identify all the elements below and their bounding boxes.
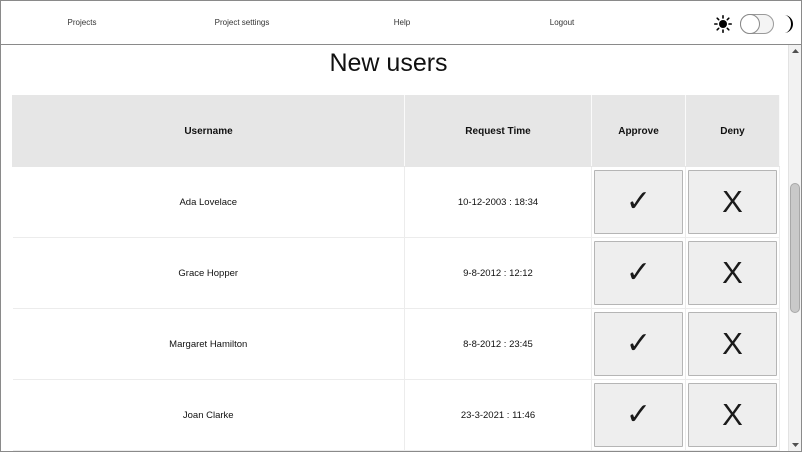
approve-cell: ✓ bbox=[591, 379, 686, 451]
sun-icon bbox=[714, 15, 732, 33]
column-header-username: Username bbox=[12, 95, 405, 167]
username-cell: Joan Clarke bbox=[12, 379, 405, 451]
username-cell: Ada Lovelace bbox=[12, 166, 405, 238]
new-users-table: Username Request Time Approve Deny Ada L… bbox=[12, 95, 780, 451]
app-window: Projects Project settings Help Logout Ne… bbox=[0, 0, 802, 452]
scroll-up-arrow-icon[interactable] bbox=[789, 45, 802, 57]
table-row: Joan Clarke 23-3-2021 : 11:46 ✓ X bbox=[12, 379, 780, 451]
approve-cell: ✓ bbox=[591, 237, 686, 309]
approve-cell: ✓ bbox=[591, 308, 686, 380]
request-time-cell: 9-8-2012 : 12:12 bbox=[404, 237, 592, 309]
deny-button[interactable]: X bbox=[688, 170, 777, 234]
nav-logout-link[interactable]: Logout bbox=[550, 18, 574, 27]
column-header-approve: Approve bbox=[591, 95, 686, 167]
theme-switch-knob[interactable] bbox=[740, 14, 760, 34]
page-title: New users bbox=[329, 49, 448, 77]
nav-projects-link[interactable]: Projects bbox=[68, 18, 97, 27]
request-time-cell: 23-3-2021 : 11:46 bbox=[404, 379, 592, 451]
approve-cell: ✓ bbox=[591, 166, 686, 238]
scroll-down-arrow-icon[interactable] bbox=[789, 439, 802, 451]
main-content: New users Username Request Time Approve … bbox=[1, 45, 788, 451]
approve-button[interactable]: ✓ bbox=[594, 383, 683, 447]
table-row: Ada Lovelace 10-12-2003 : 18:34 ✓ X bbox=[12, 166, 780, 238]
deny-button[interactable]: X bbox=[688, 383, 777, 447]
column-header-request-time: Request Time bbox=[404, 95, 592, 167]
nav-help-link[interactable]: Help bbox=[394, 18, 410, 27]
deny-cell: X bbox=[685, 237, 780, 309]
deny-cell: X bbox=[685, 308, 780, 380]
theme-toggle bbox=[711, 12, 799, 36]
request-time-cell: 8-8-2012 : 23:45 bbox=[404, 308, 592, 380]
nav-project-settings-link[interactable]: Project settings bbox=[215, 18, 270, 27]
table-row: Grace Hopper 9-8-2012 : 12:12 ✓ X bbox=[12, 237, 780, 309]
table-row: Margaret Hamilton 8-8-2012 : 23:45 ✓ X bbox=[12, 308, 780, 380]
username-cell: Margaret Hamilton bbox=[12, 308, 405, 380]
scrollbar-thumb[interactable] bbox=[790, 183, 800, 313]
username-cell: Grace Hopper bbox=[12, 237, 405, 309]
deny-cell: X bbox=[685, 379, 780, 451]
table-header-row: Username Request Time Approve Deny bbox=[12, 95, 780, 167]
approve-button[interactable]: ✓ bbox=[594, 170, 683, 234]
column-header-deny: Deny bbox=[685, 95, 780, 167]
navbar: Projects Project settings Help Logout bbox=[1, 1, 801, 45]
approve-button[interactable]: ✓ bbox=[594, 241, 683, 305]
deny-cell: X bbox=[685, 166, 780, 238]
approve-button[interactable]: ✓ bbox=[594, 312, 683, 376]
deny-button[interactable]: X bbox=[688, 241, 777, 305]
moon-icon bbox=[784, 15, 793, 33]
theme-switch[interactable] bbox=[740, 14, 774, 34]
request-time-cell: 10-12-2003 : 18:34 bbox=[404, 166, 592, 238]
deny-button[interactable]: X bbox=[688, 312, 777, 376]
vertical-scrollbar[interactable] bbox=[788, 45, 801, 451]
